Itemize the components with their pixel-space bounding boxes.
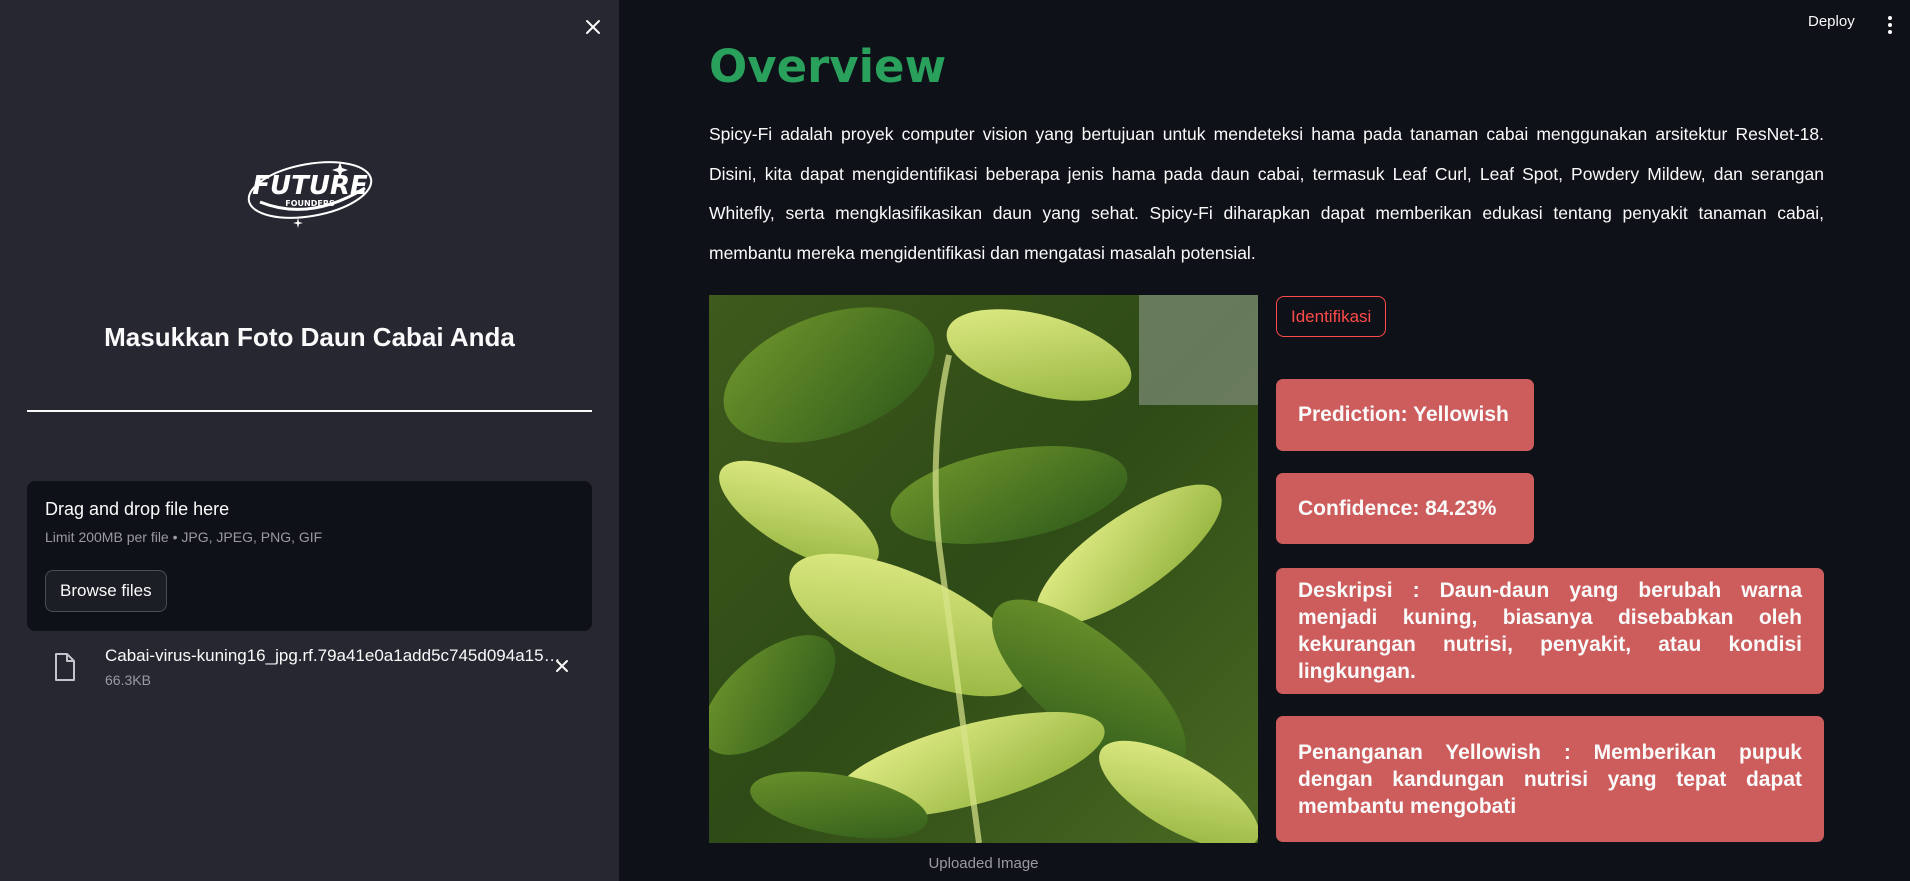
kebab-menu-icon (1888, 16, 1892, 20)
prediction-text: Prediction: Yellowish (1298, 403, 1509, 426)
page-title: Overview (709, 40, 947, 93)
svg-text:FUTURE: FUTURE (252, 171, 368, 201)
prediction-box: Prediction: Yellowish (1276, 379, 1534, 451)
future-founders-logo: FUTURE FOUNDERS (240, 150, 380, 230)
sidebar-divider (27, 410, 592, 412)
sidebar-heading: Masukkan Foto Daun Cabai Anda (104, 322, 515, 352)
file-icon (55, 653, 75, 681)
file-size: 66.3KB (105, 672, 151, 688)
close-icon (556, 660, 568, 672)
main-menu-button[interactable] (1884, 13, 1896, 37)
uploaded-file-item: Cabai-virus-kuning16_jpg.rf.79a41e0a1add… (27, 640, 592, 696)
dropzone-limit: Limit 200MB per file • JPG, JPEG, PNG, G… (45, 529, 323, 545)
treatment-text: Penanganan Yellowish : Memberikan pupuk … (1298, 740, 1802, 818)
sidebar: FUTURE FOUNDERS Masukkan Foto Daun Cabai… (0, 0, 619, 881)
file-name: Cabai-virus-kuning16_jpg.rf.79a41e0a1add… (105, 646, 561, 665)
close-sidebar-button[interactable] (580, 14, 606, 40)
image-caption: Uploaded Image (928, 855, 1039, 872)
remove-file-button[interactable] (550, 654, 574, 678)
close-icon (586, 20, 600, 34)
dropzone-title: Drag and drop file here (45, 499, 230, 519)
identify-button[interactable]: Identifikasi (1276, 296, 1387, 337)
confidence-box: Confidence: 84.23% (1276, 473, 1534, 544)
treatment-box: Penanganan Yellowish : Memberikan pupuk … (1276, 716, 1824, 842)
uploaded-leaf-image (709, 295, 1258, 843)
description-text: Deskripsi : Daun-daun yang berubah warna… (1298, 579, 1802, 683)
browse-files-button[interactable]: Browse files (45, 570, 167, 612)
confidence-text: Confidence: 84.23% (1298, 496, 1497, 520)
file-dropzone[interactable]: Drag and drop file here Limit 200MB per … (27, 481, 592, 631)
deploy-button[interactable]: Deploy (1808, 13, 1855, 30)
description-box: Deskripsi : Daun-daun yang berubah warna… (1276, 568, 1824, 694)
svg-text:FOUNDERS: FOUNDERS (285, 199, 335, 208)
overview-description: Spicy-Fi adalah proyek computer vision y… (709, 124, 1824, 263)
